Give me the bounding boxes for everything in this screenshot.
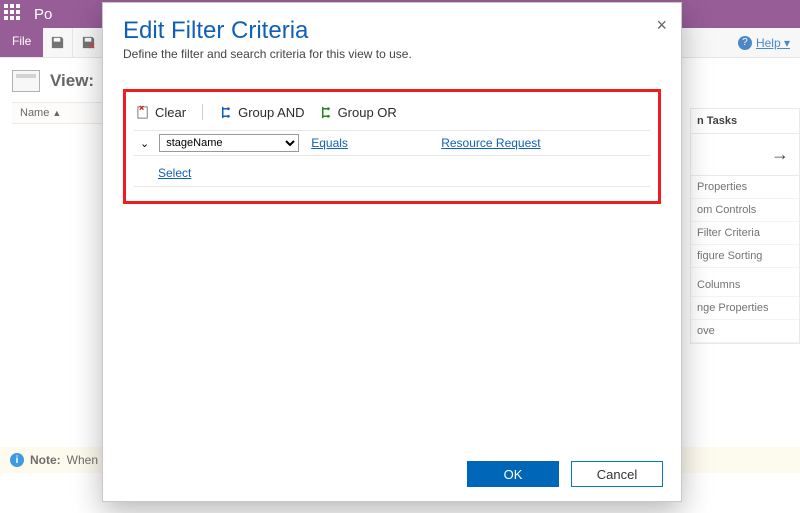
group-and-button[interactable]: Group AND <box>219 105 304 120</box>
criteria-row: ⌄ stageName Equals Resource Request <box>134 130 650 156</box>
select-link[interactable]: Select <box>158 166 191 180</box>
filter-highlight-box: Clear Group AND Group OR ⌄ stageName Equ… <box>123 89 661 204</box>
clear-label: Clear <box>155 105 186 120</box>
group-or-icon <box>319 105 334 120</box>
ok-button[interactable]: OK <box>467 461 559 487</box>
value-link[interactable]: Resource Request <box>411 136 540 150</box>
group-and-label: Group AND <box>238 105 304 120</box>
dialog-title: Edit Filter Criteria <box>123 17 661 45</box>
group-and-icon <box>219 105 234 120</box>
dialog-subtitle: Define the filter and search criteria fo… <box>123 47 661 61</box>
clear-button[interactable]: Clear <box>136 105 186 120</box>
group-or-button[interactable]: Group OR <box>319 105 397 120</box>
filter-toolbar: Clear Group AND Group OR <box>134 100 650 130</box>
cancel-button[interactable]: Cancel <box>571 461 663 487</box>
row-menu-chevron-icon[interactable]: ⌄ <box>136 137 153 150</box>
operator-link[interactable]: Equals <box>305 136 405 150</box>
toolbar-separator <box>202 104 203 120</box>
close-icon[interactable]: × <box>656 15 667 36</box>
edit-filter-dialog: Edit Filter Criteria Define the filter a… <box>102 2 682 502</box>
field-select[interactable]: stageName <box>159 134 299 152</box>
group-or-label: Group OR <box>338 105 397 120</box>
clear-icon <box>136 105 151 120</box>
